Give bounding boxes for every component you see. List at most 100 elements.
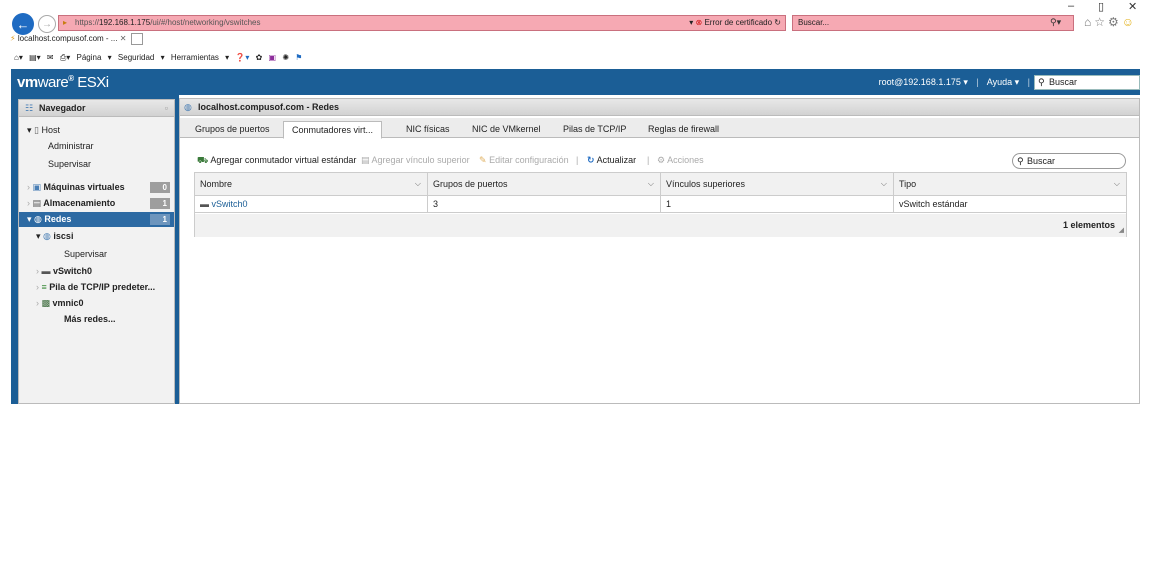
minimize-button[interactable]: – bbox=[1068, 0, 1074, 12]
sort-chevron-icon[interactable]: ⌵ bbox=[648, 173, 654, 195]
navigator-panel: ☷ Navegador ▫ ▾ ▯ Host Administrar Super… bbox=[18, 99, 175, 404]
nav-item-virtual-machines[interactable]: › ▣ Máquinas virtuales 0 bbox=[19, 180, 174, 195]
tab-virtual-switches[interactable]: Conmutadores virt... bbox=[283, 121, 383, 139]
nav-item-more-networks[interactable]: Más redes... bbox=[19, 312, 174, 327]
tools-menu[interactable]: Herramientas ▾ bbox=[171, 53, 229, 62]
table-search-input[interactable]: ⚲ Buscar bbox=[1012, 153, 1126, 169]
browser-search-input[interactable]: Buscar... bbox=[792, 15, 1074, 31]
resize-grip-icon[interactable]: ◢ bbox=[1119, 226, 1124, 234]
column-header-port-groups[interactable]: Grupos de puertos ⌵ bbox=[428, 173, 661, 196]
home-menu-icon[interactable]: ⌂▾ bbox=[14, 53, 23, 62]
refresh-button[interactable]: ↻ Actualizar bbox=[587, 155, 636, 166]
edit-settings-button[interactable]: ✎ Editar configuración bbox=[479, 155, 569, 166]
networking-count-badge: 1 bbox=[150, 214, 170, 225]
user-menu[interactable]: root@192.168.1.175 ▾ bbox=[879, 77, 968, 87]
nav-item-storage[interactable]: › ▤ Almacenamiento 1 bbox=[19, 196, 174, 211]
collapsed-chevron-icon[interactable]: › bbox=[36, 282, 39, 292]
forward-button[interactable]: → bbox=[38, 15, 56, 33]
new-tab-button[interactable] bbox=[130, 33, 143, 45]
tab-physical-nics[interactable]: NIC físicas bbox=[398, 121, 458, 139]
collapse-navigator-icon[interactable]: ▫ bbox=[165, 100, 168, 116]
column-header-uplinks[interactable]: Vínculos superiores ⌵ bbox=[661, 173, 894, 196]
expand-chevron-icon[interactable]: ▾ bbox=[27, 214, 32, 224]
pencil-icon: ✎ bbox=[479, 155, 487, 165]
search-icon: ⚲ bbox=[1017, 156, 1024, 166]
tcpip-stack-icon: ≡ bbox=[41, 282, 47, 292]
column-header-name[interactable]: Nombre ⌵ bbox=[195, 173, 428, 196]
close-window-button[interactable]: ✕ bbox=[1128, 0, 1137, 13]
nav-item-iscsi[interactable]: ▾ ◍ iscsi bbox=[19, 229, 174, 244]
storage-icon: ▤ bbox=[32, 198, 42, 208]
refresh-icon: ↻ bbox=[774, 18, 781, 27]
help-icon[interactable]: ❓▾ bbox=[235, 53, 249, 62]
nav-item-host[interactable]: ▾ ▯ Host bbox=[19, 123, 174, 138]
tab-firewall-rules[interactable]: Reglas de firewall bbox=[640, 121, 727, 139]
extension-icon[interactable]: ✿ bbox=[256, 53, 263, 62]
type-cell: vSwitch estándar bbox=[899, 199, 968, 209]
actions-button[interactable]: ⚙ Acciones bbox=[657, 155, 704, 166]
sort-chevron-icon[interactable]: ⌵ bbox=[415, 173, 421, 195]
expand-chevron-icon[interactable]: ▾ bbox=[36, 231, 41, 241]
sort-chevron-icon[interactable]: ⌵ bbox=[1114, 173, 1120, 195]
search-icon: ⚲ bbox=[1038, 77, 1045, 87]
back-button[interactable]: ← bbox=[12, 13, 34, 35]
vswitch-name-link[interactable]: ▬ vSwitch0 bbox=[195, 196, 428, 213]
search-dropdown-icon[interactable]: ▾ bbox=[1140, 76, 1145, 89]
nav-item-supervisar-iscsi[interactable]: Supervisar bbox=[19, 247, 174, 262]
home-icon[interactable]: ⌂ bbox=[1084, 15, 1094, 29]
close-tab-icon[interactable]: ✕ bbox=[120, 34, 127, 43]
settings-gear-icon[interactable]: ⚙ bbox=[1108, 15, 1122, 29]
security-menu[interactable]: Seguridad ▾ bbox=[118, 53, 165, 62]
vswitch-table: Nombre ⌵ Grupos de puertos ⌵ Vínculos supe… bbox=[194, 172, 1127, 237]
nav-item-vswitch0[interactable]: › ▬ vSwitch0 bbox=[19, 264, 174, 279]
print-icon[interactable]: ⎙▾ bbox=[60, 53, 70, 62]
mail-icon[interactable]: ✉ bbox=[47, 53, 54, 62]
help-menu[interactable]: Ayuda ▾ bbox=[987, 77, 1019, 87]
collapsed-chevron-icon[interactable]: › bbox=[36, 266, 39, 276]
tab-strip: Grupos de puertos Conmutadores virt... N… bbox=[180, 118, 1139, 139]
table-row[interactable]: ▬ vSwitch0 3 1 vSwitch estándar bbox=[195, 196, 1126, 213]
add-uplink-icon: ▤ bbox=[361, 155, 370, 165]
nav-item-administrar[interactable]: Administrar bbox=[19, 139, 174, 154]
networking-title-icon: ◍ bbox=[184, 102, 192, 112]
tab-title: localhost.compusof.com - ... bbox=[17, 34, 118, 44]
add-standard-switch-button[interactable]: ⛟ Agregar conmutador virtual estándar bbox=[197, 155, 356, 167]
nav-item-supervisar-host[interactable]: Supervisar bbox=[19, 157, 174, 172]
tab-tcpip-stacks[interactable]: Pilas de TCP/IP bbox=[555, 121, 634, 139]
favorites-star-icon[interactable]: ☆ bbox=[1094, 15, 1108, 29]
item-count: 1 elementos bbox=[1062, 220, 1115, 230]
collapsed-chevron-icon[interactable]: › bbox=[27, 198, 30, 208]
collapsed-chevron-icon[interactable]: › bbox=[36, 298, 39, 308]
feeds-icon[interactable]: ▤▾ bbox=[29, 53, 41, 62]
collapsed-chevron-icon[interactable]: › bbox=[27, 182, 30, 192]
refresh-icon: ↻ bbox=[587, 155, 595, 165]
maximize-button[interactable]: ▯ bbox=[1098, 0, 1104, 13]
cert-error-indicator[interactable]: ▾ ⊗ Error de certificado ↻ bbox=[689, 18, 781, 27]
navigator-title: ☷ Navegador ▫ bbox=[19, 100, 174, 117]
nav-item-tcpip-stack[interactable]: › ≡ Pila de TCP/IP predeter... bbox=[19, 280, 174, 295]
port-group-icon: ◍ bbox=[43, 231, 51, 241]
tab-vmkernel-nics[interactable]: NIC de VMkernel bbox=[464, 121, 549, 139]
address-bar[interactable]: ▸ https://192.168.1.175/ui/#/host/networ… bbox=[58, 15, 786, 31]
back-arrow-icon: ← bbox=[16, 16, 30, 32]
sort-chevron-icon[interactable]: ⌵ bbox=[881, 173, 887, 195]
nav-item-vmnic0[interactable]: › ▩ vmnic0 bbox=[19, 296, 174, 311]
expand-chevron-icon[interactable]: ▾ bbox=[27, 125, 32, 135]
onenote-icon[interactable]: ▣ bbox=[269, 53, 277, 62]
page-title: ◍ localhost.compusof.com - Redes bbox=[180, 99, 1139, 116]
browser-tab[interactable]: ⚡ localhost.compusof.com - ... ✕ bbox=[10, 33, 143, 49]
vmware-search-input[interactable]: ⚲ Buscar ▾ bbox=[1034, 75, 1145, 90]
command-bar: ⌂▾ ▤▾ ✉ ⎙▾ Página ▾ Seguridad ▾ Herramie… bbox=[14, 53, 306, 63]
physical-nic-icon: ▩ bbox=[41, 298, 51, 308]
nav-item-networking[interactable]: ▾ ◍ Redes 1 bbox=[19, 212, 174, 227]
column-header-type[interactable]: Tipo ⌵ bbox=[894, 173, 1126, 196]
smiley-feedback-icon[interactable]: ☺ bbox=[1122, 15, 1137, 29]
research-icon[interactable]: ✺ bbox=[282, 53, 289, 62]
page-menu[interactable]: Página ▾ bbox=[77, 53, 112, 62]
tab-port-groups[interactable]: Grupos de puertos bbox=[187, 121, 278, 139]
search-go-icon[interactable]: ⚲▾ bbox=[1050, 17, 1061, 28]
add-uplink-button[interactable]: ▤ Agregar vínculo superior bbox=[361, 155, 470, 166]
add-switch-icon: ⛟ bbox=[197, 155, 209, 165]
tab-favicon-icon: ⚡ bbox=[10, 34, 16, 44]
translate-icon[interactable]: ⚑ bbox=[295, 53, 302, 62]
